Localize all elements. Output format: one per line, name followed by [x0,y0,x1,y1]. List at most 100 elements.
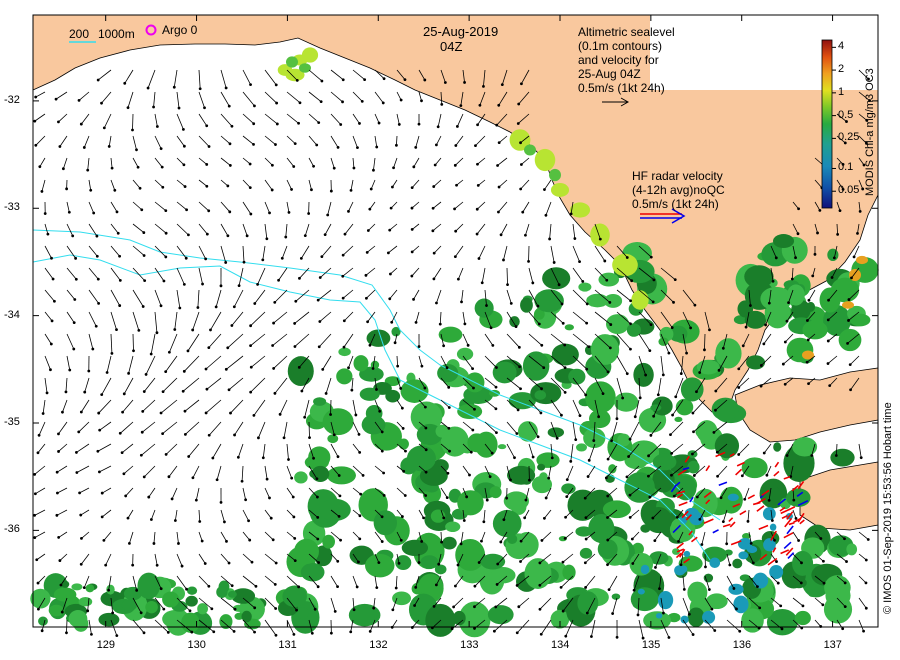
velocity-vector-head [628,437,632,441]
chlorophyll-patch [674,416,683,422]
chlorophyll-patch [827,248,839,262]
velocity-vector-head [805,360,809,364]
chlorophyll-patch [687,607,705,627]
velocity-vector-head [55,513,59,517]
velocity-vector-head [205,232,209,236]
chlorophyll-patch [772,234,795,249]
chlorophyll-patch [38,616,48,626]
velocity-vector-head [317,345,321,349]
chlorophyll-patch [715,338,742,369]
velocity-vector-head [223,520,226,524]
velocity-vector-head [49,342,53,346]
chlorophyll-patch [326,466,356,485]
velocity-vector-head [336,559,340,563]
velocity-vector-head [293,345,297,348]
chlorophyll-patch [849,313,871,327]
velocity-vector-head [453,255,457,259]
velocity-vector-head [685,351,688,355]
velocity-vector-head [123,81,127,85]
velocity-vector-head [352,166,356,170]
colorbar-tick-label: 1 [838,85,845,98]
chlorophyll-patch [227,590,237,598]
velocity-vector-head [34,95,38,99]
velocity-vector-head [653,539,657,543]
velocity-vector-head [667,636,671,639]
velocity-vector-head [33,536,37,539]
velocity-vector-head [403,494,407,497]
velocity-vector-head [749,304,752,307]
velocity-vector-head [412,297,415,301]
velocity-vector-head [601,392,605,396]
velocity-vector-head [120,451,124,455]
velocity-vector-head [341,253,345,257]
velocity-vector-head [36,451,40,455]
chlorophyll-patch [842,301,854,309]
chlorophyll-patch [724,549,733,556]
velocity-vector-head [207,433,211,437]
velocity-vector-head [485,304,488,307]
velocity-vector-head [303,234,307,238]
velocity-vector-head [297,121,300,125]
velocity-vector-head [228,142,232,146]
velocity-vector-head [342,345,346,349]
velocity-vector-head [360,99,364,103]
velocity-vector-head [380,540,384,543]
velocity-vector-head [607,588,611,592]
velocity-vector-head [625,475,629,479]
velocity-vector-head [164,231,168,235]
chlorophyll-patch [287,356,314,387]
velocity-vector-head [442,516,446,520]
chlorophyll-patch [807,589,818,597]
chlorophyll-patch [530,382,562,405]
velocity-vector-head [585,302,589,306]
velocity-vector-head [310,631,314,635]
velocity-vector-head [110,166,114,170]
velocity-vector-head [204,411,208,415]
velocity-vector-head [536,435,540,439]
colorbar-tick-label: 0.05 [838,184,860,197]
velocity-vector-head [557,283,561,287]
velocity-vector-head [399,98,403,102]
velocity-vector-head [590,635,593,638]
chlorophyll-patch [802,320,828,340]
velocity-vector-head [473,584,477,588]
velocity-vector-head [404,449,407,453]
velocity-vector-head [574,438,578,442]
y-tick-label: -33 [4,201,20,214]
velocity-vector-head [725,542,729,546]
chlorophyll-patch [590,334,620,365]
velocity-vector-head [799,581,803,585]
velocity-vector-head [303,415,307,419]
hf-note-line: HF radar velocity [632,169,723,183]
velocity-vector-head [224,367,228,371]
velocity-vector-head [606,494,610,498]
velocity-vector-head [499,233,503,237]
chlorophyll-patch [327,434,339,444]
chlorophyll-patch [197,603,208,615]
velocity-vector-head [561,321,565,325]
velocity-vector-head [57,536,61,539]
chlorophyll-patch [702,610,716,624]
velocity-vector-head [33,513,36,517]
velocity-vector-head [497,210,500,214]
velocity-vector-head [37,433,41,437]
velocity-vector-head [454,229,458,233]
velocity-vector-head [230,124,234,128]
velocity-vector-head [310,188,313,192]
y-tick-label: -32 [4,93,20,106]
velocity-vector-head [528,478,531,482]
velocity-vector-head [79,562,83,566]
velocity-vector-head [816,231,819,235]
velocity-vector-head [210,607,214,611]
chlorophyll-patch [637,588,645,595]
velocity-vector-head [828,384,832,388]
velocity-vector-head [33,492,37,496]
chlorophyll-patch [299,63,311,73]
velocity-vector-head [682,587,686,591]
velocity-vector-head [164,452,168,456]
velocity-vector-head [249,212,253,216]
velocity-vector-head [585,367,589,371]
chlorophyll-patch [830,448,855,467]
velocity-vector-head [375,145,379,149]
hf-radar-note: HF radar velocity (4-12h avg)noQC 0.5m/s… [632,169,725,211]
